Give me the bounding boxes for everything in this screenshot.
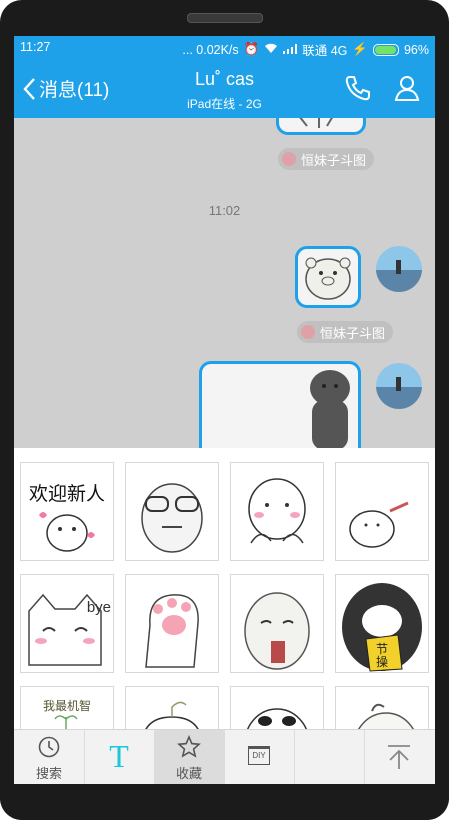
sticker-cell[interactable] [335, 686, 429, 729]
rabbit-sticker-icon [357, 703, 415, 729]
sticker-cell[interactable] [230, 686, 324, 729]
sticker-text: 欢迎新人 [28, 484, 105, 505]
chat-header: 消息(11) Lu˚ cas iPad在线 - 2G [14, 58, 435, 118]
sticker-cell[interactable]: 我最机智 [20, 686, 114, 729]
charging-icon: ⚡ [352, 42, 368, 56]
source-avatar-icon [301, 325, 315, 339]
tab-text-stickers[interactable]: T [84, 730, 155, 784]
battery-icon [372, 43, 399, 56]
my-avatar[interactable] [376, 363, 422, 409]
sticker-cell[interactable] [125, 574, 219, 673]
phone-speaker [187, 13, 263, 23]
sticker-cell[interactable] [125, 462, 219, 561]
sticker-tab-bar: 搜索 T 收藏 DIY [14, 729, 435, 784]
person-icon [394, 76, 420, 101]
sticker-cell[interactable]: 欢迎新人 [20, 462, 114, 561]
source-avatar-icon [282, 152, 296, 166]
sticker-cell[interactable] [125, 686, 219, 729]
signal-icon [283, 43, 298, 57]
screen: 11:27 ... 0.02K/s ⏰ 联通 4G ⚡ 96% 消息(11) L… [14, 36, 435, 784]
profile-button[interactable] [394, 74, 420, 107]
chat-area[interactable]: 恒妹子斗图 11:02 恒妹子斗图 [14, 118, 435, 448]
sprout-bun-sticker-icon [349, 501, 409, 548]
network-speed: ... 0.02K/s [182, 42, 239, 57]
cat-bye-sticker-icon [28, 593, 102, 666]
tab-search[interactable]: 搜索 [14, 730, 85, 784]
star-icon [177, 735, 201, 758]
tab-search-label: 搜索 [35, 766, 62, 781]
phone-icon [345, 76, 370, 101]
tab-favorites[interactable]: 收藏 [154, 730, 225, 784]
phone-frame: 11:27 ... 0.02K/s ⏰ 联通 4G ⚡ 96% 消息(11) L… [0, 0, 449, 820]
sticker-icon [299, 118, 333, 128]
tab-diy-label: DIY [252, 751, 266, 760]
clock-icon [38, 736, 60, 758]
phone-bottom-bezel [0, 784, 449, 820]
battery-level: 96% [403, 42, 429, 57]
sprout-sticker-icon [145, 701, 199, 729]
phone-call-button[interactable] [344, 74, 372, 107]
tab-favorites-label: 收藏 [175, 766, 202, 781]
dark-bear-sticker-icon [310, 370, 350, 448]
my-avatar[interactable] [376, 246, 422, 292]
avatar-beach-icon [376, 246, 422, 292]
tab-diy[interactable]: DIY [224, 730, 295, 784]
status-right: ... 0.02K/s ⏰ 联通 4G ⚡ 96% [182, 40, 429, 59]
status-bar: 11:27 ... 0.02K/s ⏰ 联通 4G ⚡ 96% [14, 36, 435, 58]
avatar-beach-icon [376, 363, 422, 409]
bear-sticker-icon [305, 257, 351, 300]
sticker-cell[interactable]: bye [20, 574, 114, 673]
sticker-text: bye [86, 599, 111, 616]
scroll-to-top-button[interactable] [364, 730, 435, 784]
drinking-face-sticker-icon [244, 592, 310, 670]
sticker-source-tag[interactable]: 恒妹子斗图 [278, 148, 375, 170]
sticker-cell[interactable] [230, 574, 324, 673]
chat-timestamp: 11:02 [208, 203, 241, 218]
sticker-message-bubble[interactable] [295, 246, 361, 308]
status-time: 11:27 [20, 40, 51, 54]
sticker-message-bubble[interactable] [276, 118, 366, 135]
sticker-cell[interactable] [335, 462, 429, 561]
shy-face-sticker-icon [248, 478, 306, 544]
sticker-source-tag[interactable]: 恒妹子斗图 [297, 321, 394, 343]
smart-sticker-icon [54, 715, 78, 729]
sticker-panel[interactable]: 欢迎新人 bye 节操 我最机智 [14, 448, 435, 729]
sticker-cell[interactable] [230, 462, 324, 561]
sticker-cell[interactable]: 节操 [335, 574, 429, 673]
face-sticker-icon [247, 708, 307, 729]
arrow-up-icon [388, 745, 410, 769]
tab-empty [294, 730, 365, 784]
sticker-message-bubble[interactable] [199, 361, 361, 448]
glasses-face-sticker-icon [141, 483, 203, 553]
paw-sticker-icon [145, 594, 199, 668]
carrier: 联通 4G [302, 44, 348, 58]
alarm-icon: ⏰ [243, 42, 260, 56]
wifi-icon [264, 43, 278, 57]
sticker-text: 节操 [376, 642, 389, 669]
text-t-icon: T [109, 738, 129, 774]
welcome-sticker-icon [39, 512, 95, 552]
